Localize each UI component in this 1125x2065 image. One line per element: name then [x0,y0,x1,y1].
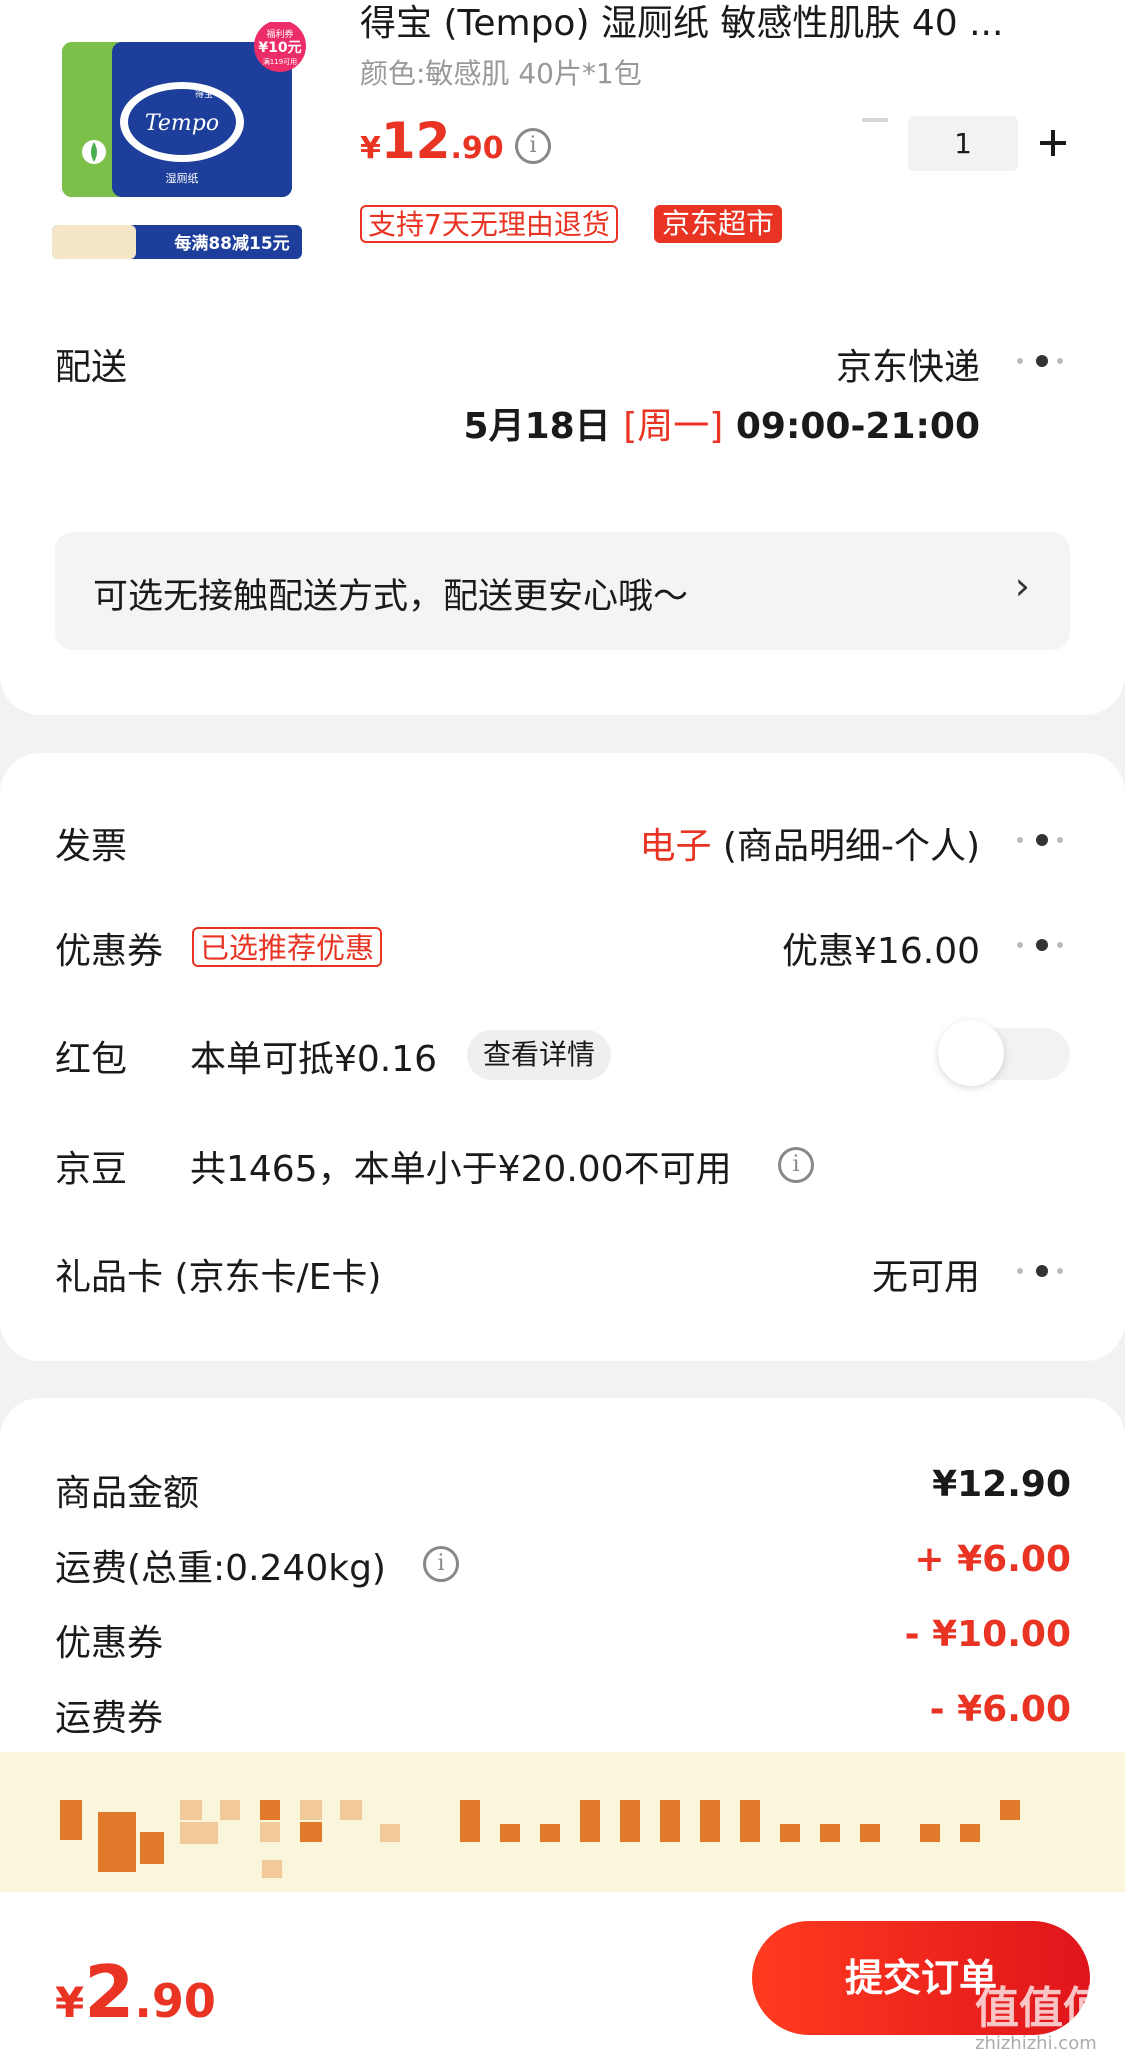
jingdou-info-icon[interactable]: i [778,1147,814,1183]
chevron-right-icon: › [1014,564,1030,608]
coupon-label: 优惠券 [55,931,164,972]
goods-amount-label: 商品金额 [55,1473,200,1514]
product-title[interactable]: 得宝 (Tempo) 湿厕纸 敏感性肌肤 40 ... [360,0,1060,46]
goods-amount-value: ¥12.90 [932,1464,1071,1505]
coupon-more-icon[interactable] [1017,938,1067,954]
freight-coupon-label: 运费券 [55,1698,164,1739]
delivery-hours: 09:00-21:00 [735,406,980,447]
total-currency: ¥ [55,1978,85,2027]
watermark-logo: 值值值 [975,1983,1107,2034]
product-image[interactable]: Tempo 湿厕纸 得宝 福利券 ¥10元 满119可用 每满88减15元 [52,22,324,274]
redpacket-label: 红包 [55,1039,128,1080]
price-currency: ¥ [360,131,381,166]
quantity-input[interactable]: 1 [908,116,1018,171]
product-image-coupon-cond: 满119可用 [263,57,297,66]
product-image-brand-cn: 得宝 [195,88,213,100]
invoice-detail: (商品明细-个人) [722,826,980,867]
return-policy-tag: 支持7天无理由退货 [360,205,618,243]
product-image-coupon-amount: ¥10元 [258,40,301,56]
giftcard-more-icon[interactable] [1017,1264,1067,1280]
quantity-decrease-button[interactable] [862,118,888,122]
product-image-coupon-top: 福利券 [266,28,293,40]
store-tag: 京东超市 [654,205,783,243]
price-integer: 12 [380,112,451,170]
product-spec[interactable]: 颜色:敏感肌 40片*1包 [360,52,642,92]
price-decimal: .90 [450,131,504,166]
freight-value: + ¥6.00 [914,1539,1071,1580]
freight-info-icon[interactable]: i [423,1546,459,1582]
product-delivery-card: Tempo 湿厕纸 得宝 福利券 ¥10元 满119可用 每满88减15元 得宝… [0,0,1125,715]
jingdou-text: 共1465，本单小于¥20.00不可用 [190,1149,732,1190]
giftcard-value[interactable]: 无可用 [872,1248,980,1300]
invoice-type: 电子 [639,826,712,867]
delivery-weekday: [周一] [623,406,724,447]
invoice-more-icon[interactable] [1017,833,1067,849]
delivery-method[interactable]: 京东快递 [836,338,980,390]
freight-coupon-value: - ¥6.00 [929,1689,1071,1730]
giftcard-label: 礼品卡 (京东卡/E卡) [55,1257,382,1298]
redpacket-toggle[interactable] [938,1020,1070,1086]
plus-icon-vertical [1051,130,1055,156]
delivery-more-icon[interactable] [1017,354,1067,370]
delivery-date: 5月18日 [463,406,611,447]
toggle-knob [938,1020,1004,1086]
invoice-label: 发票 [55,826,128,867]
delivery-time[interactable]: 5月18日 [周一] 09:00-21:00 [464,397,980,449]
invoice-value[interactable]: 电子 (商品明细-个人) [639,817,980,869]
product-image-name: 湿厕纸 [166,172,199,185]
summary-coupon-label: 优惠券 [55,1623,164,1664]
pixelated-notice-bar [0,1752,1125,1892]
total-decimal: .90 [134,1974,216,2028]
summary-coupon-value: - ¥10.00 [904,1614,1071,1655]
contactless-delivery-banner[interactable]: 可选无接触配送方式，配送更安心哦～ › [55,532,1070,650]
freight-label: 运费(总重:0.240kg) [55,1548,386,1589]
redpacket-text: 本单可抵¥0.16 [190,1039,438,1080]
total-integer: 2 [84,1950,135,2034]
delivery-label: 配送 [55,347,128,388]
watermark-url: zhizhizhi.com [975,2033,1097,2054]
price-info-icon[interactable]: i [515,128,551,164]
redpacket-details-link[interactable]: 查看详情 [467,1030,612,1080]
coupon-recommended-badge: 已选推荐优惠 [192,927,383,967]
coupon-value[interactable]: 优惠¥16.00 [782,922,980,974]
product-price: ¥12.90 [360,112,504,170]
jingdou-label: 京豆 [55,1149,128,1190]
product-image-promo: 每满88减15元 [174,233,289,254]
order-total: ¥2.90 [55,1950,216,2034]
product-image-brand: Tempo [145,111,219,136]
contactless-delivery-text: 可选无接触配送方式，配送更安心哦～ [93,577,689,617]
